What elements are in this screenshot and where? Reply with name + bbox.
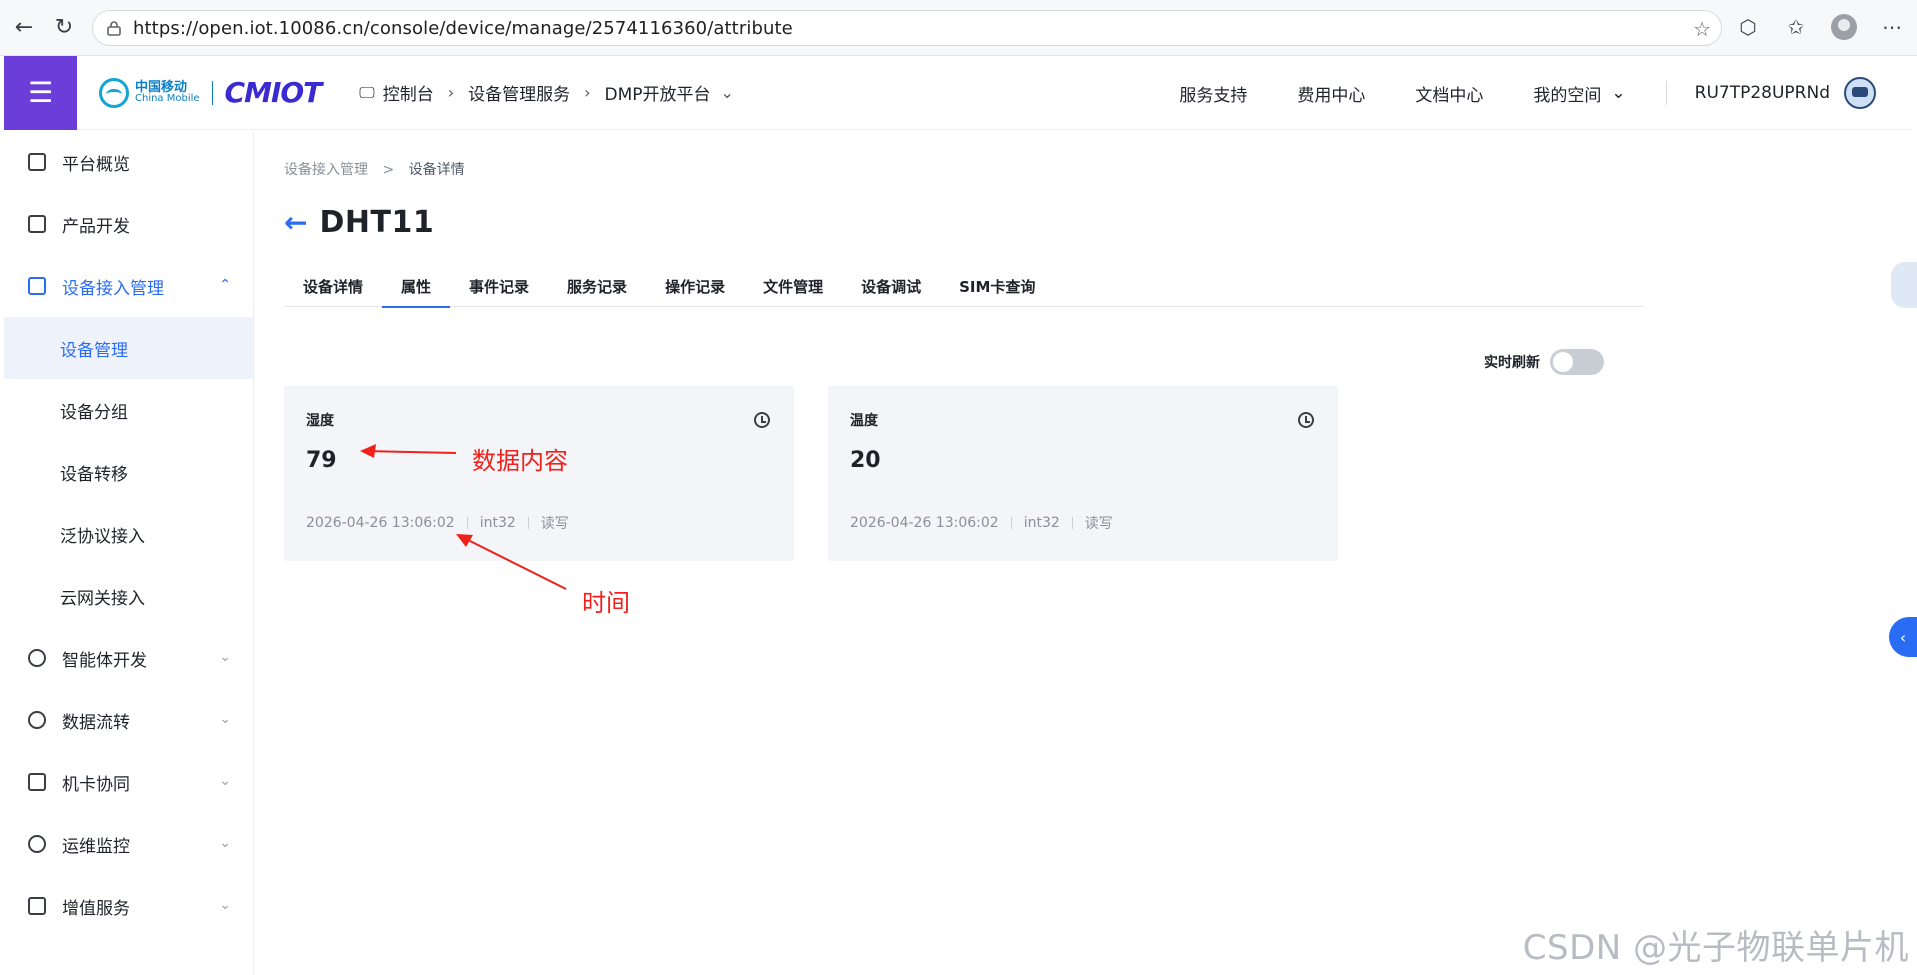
chevron-right-icon: › (584, 83, 591, 102)
sidebar-sub-device-manage[interactable]: 设备管理 (4, 317, 253, 379)
arrow-to-value (360, 444, 457, 458)
header-divider (1665, 81, 1667, 105)
user-avatar[interactable] (1844, 77, 1876, 109)
reload-icon[interactable]: ↻ (48, 12, 80, 44)
link-my-space[interactable]: 我的空间 (1533, 81, 1601, 106)
crumb-dmp-platform[interactable]: DMP开放平台 (605, 80, 711, 105)
header-breadcrumb: 🖵 控制台 › 设备管理服务 › DMP开放平台 ⌄ (359, 80, 748, 106)
realtime-refresh: 实时刷新 (1484, 349, 1604, 375)
sidebar: 平台概览 产品开发 设备接入管理 ⌃ 设备管理 设备分组 设备转移 泛协议接入 … (4, 131, 254, 975)
cmiot-logo: CMIOT (224, 76, 323, 109)
china-mobile-logo-icon (99, 77, 129, 108)
sidebar-item-label: 智能体开发 (62, 650, 147, 671)
chevron-down-icon: ⌄ (219, 835, 231, 851)
username[interactable]: RU7TP28UPRNd (1695, 83, 1830, 103)
sidebar-item-label: 运维监控 (62, 836, 130, 857)
chevron-down-icon[interactable]: ⌄ (721, 83, 734, 102)
bookmark-star-icon[interactable]: ☆ (1693, 17, 1711, 41)
monitor-icon (28, 835, 46, 853)
crumb-device-service[interactable]: 设备管理服务 (468, 80, 570, 105)
sidebar-item-label: 数据流转 (62, 712, 130, 733)
hamburger-menu-icon[interactable]: ☰ (4, 55, 77, 130)
annotation-time-label: 时间 (582, 589, 630, 617)
sidebar-sub-cloud-gateway[interactable]: 云网关接入 (4, 565, 253, 627)
sidebar-item-product-dev[interactable]: 产品开发 (4, 193, 253, 255)
sidebar-item-label: 机卡协同 (62, 774, 130, 795)
data-flow-icon (28, 711, 46, 729)
chevron-up-icon: ⌃ (219, 277, 231, 293)
meta-divider (1010, 517, 1012, 529)
more-options-icon[interactable]: ⋯ (1877, 12, 1907, 42)
extensions-icon[interactable]: ⬡ (1733, 12, 1763, 42)
meta-divider (1071, 517, 1073, 529)
realtime-refresh-toggle[interactable] (1550, 349, 1604, 375)
chevron-down-icon: ⌄ (219, 711, 231, 727)
browser-actions: ⬡ ✩ ⋯ (1733, 12, 1907, 42)
sidebar-sub-device-transfer[interactable]: 设备转移 (4, 441, 253, 503)
toggle-knob (1553, 352, 1573, 372)
main-content: 设备接入管理 > 设备详情 ← DHT11 设备详情 属性 事件记录 服务记录 … (284, 131, 1904, 975)
address-bar[interactable]: https://open.iot.10086.cn/console/device… (92, 10, 1722, 46)
app-header: ☰ 中国移动 China Mobile CMIOT 🖵 控制台 › 设备管理服务… (4, 55, 1912, 130)
chevron-down-icon: ⌄ (219, 773, 231, 789)
device-access-icon (28, 277, 46, 295)
sidebar-sub-protocol-access[interactable]: 泛协议接入 (4, 503, 253, 565)
profile-avatar[interactable] (1829, 12, 1859, 42)
sidebar-item-label: 设备接入管理 (62, 278, 164, 299)
sidebar-item-label: 增值服务 (62, 898, 130, 919)
annotation-arrows (360, 444, 567, 590)
history-icon[interactable] (1298, 412, 1314, 428)
chevron-down-icon: ⌄ (219, 649, 231, 665)
realtime-refresh-label: 实时刷新 (1484, 355, 1540, 371)
sidebar-item-value-added[interactable]: 增值服务 ⌄ (4, 875, 253, 937)
value-added-icon (28, 897, 46, 915)
browser-toolbar: ← ↻ https://open.iot.10086.cn/console/de… (0, 0, 1917, 56)
arrow-to-time (456, 534, 567, 590)
brand-divider (211, 80, 213, 105)
watermark: CSDN @光子物联单片机 (1522, 928, 1909, 968)
favorites-icon[interactable]: ✩ (1781, 12, 1811, 42)
sidebar-item-platform-overview[interactable]: 平台概览 (4, 131, 253, 193)
sim-card-icon (28, 773, 46, 791)
assistant-mascot-icon[interactable] (1891, 262, 1917, 308)
ai-icon (28, 649, 46, 667)
cube-icon (28, 215, 46, 233)
attribute-access: 读写 (1084, 516, 1113, 532)
sidebar-item-ai-agent[interactable]: 智能体开发 ⌄ (4, 627, 253, 689)
crumb-console[interactable]: 控制台 (383, 80, 434, 105)
sidebar-item-ops-monitor[interactable]: 运维监控 ⌄ (4, 813, 253, 875)
annotation-data-label: 数据内容 (472, 447, 568, 475)
sidebar-item-device-access[interactable]: 设备接入管理 ⌃ (4, 255, 253, 317)
link-billing-center[interactable]: 费用中心 (1297, 81, 1365, 106)
brand-text: 中国移动 China Mobile (135, 81, 200, 104)
chevron-down-icon: ⌄ (219, 897, 231, 913)
chart-line-icon (28, 153, 46, 171)
profile-avatar-icon (1831, 14, 1857, 40)
console-monitor-icon: 🖵 (359, 82, 375, 102)
chevron-right-icon: › (447, 83, 455, 102)
sidebar-item-label: 产品开发 (62, 216, 130, 237)
attribute-type: int32 (1023, 515, 1060, 531)
brand-logo[interactable]: 中国移动 China Mobile CMIOT (99, 76, 323, 109)
link-docs-center[interactable]: 文档中心 (1415, 81, 1483, 106)
brand-en: China Mobile (135, 93, 200, 104)
header-links: 服务支持 费用中心 文档中心 我的空间 ⌄ RU7TP28UPRNd (1129, 56, 1876, 130)
sidebar-item-sim-collab[interactable]: 机卡协同 ⌄ (4, 751, 253, 813)
sidebar-sub-device-group[interactable]: 设备分组 (4, 379, 253, 441)
back-icon[interactable]: ← (8, 12, 40, 44)
url-text: https://open.iot.10086.cn/console/device… (133, 17, 793, 39)
link-service-support[interactable]: 服务支持 (1179, 81, 1247, 106)
sidebar-item-data-flow[interactable]: 数据流转 ⌄ (4, 689, 253, 751)
chevron-down-icon[interactable]: ⌄ (1611, 83, 1625, 103)
lock-icon (107, 21, 121, 36)
sidebar-item-label: 平台概览 (62, 154, 130, 175)
